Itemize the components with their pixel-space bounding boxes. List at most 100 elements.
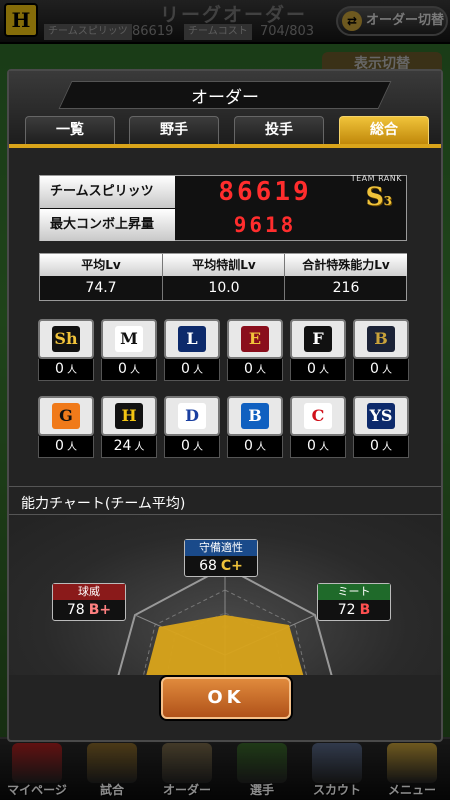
count-unit: 人 [318,442,329,453]
team-rank-number: 3 [383,194,392,208]
fighters-logo-mark: F [304,326,332,352]
tab-list[interactable]: 一覧 [25,116,115,144]
team-player-count: 0人 [164,436,220,458]
ok-button[interactable]: OK [161,677,291,719]
count-value: 0 [244,438,253,454]
count-unit: 人 [192,442,203,453]
meet-value-row: 72 B [318,600,390,620]
count-unit: 人 [134,442,145,453]
eagles-emblem-icon: E [227,319,283,359]
team-player-count: 0人 [38,359,94,381]
swallows-logo-mark: YS [367,403,395,429]
power-value: 78 [66,602,85,618]
count-unit: 人 [66,365,77,376]
team-filter-baystars[interactable]: B 0人 [227,396,283,458]
count-unit: 人 [66,442,77,453]
tigers-logo-mark: H [115,403,143,429]
eagles-logo-mark: E [241,326,269,352]
count-value: 0 [307,361,316,377]
team-filter-fighters[interactable]: F 0人 [290,319,346,381]
order-modal: オーダー 一覧 野手 投手 総合 チームスピリッツ 86619 TEAM RAN… [7,69,443,742]
avg-level-label: 平均Lv [40,254,162,276]
team-filter-softbank[interactable]: Sh 0 人 [38,319,94,381]
avg-training-cell: 平均特訓Lv 10.0 [163,254,285,300]
team-player-count: 0人 [38,436,94,458]
lions-logo-mark: L [178,326,206,352]
team-filter-swallows[interactable]: YS 0 人 [353,396,409,458]
special-ability-value: 216 [332,280,360,296]
dragons-logo-mark: D [178,403,206,429]
power-value-row: 78 B+ [53,600,125,620]
baystars-emblem-icon: B [227,396,283,436]
radar-value-area [141,615,309,695]
team-filter-lions[interactable]: L 0人 [164,319,220,381]
team-filter-marines[interactable]: M 0人 [101,319,157,381]
count-value: 0 [307,438,316,454]
tab-fielders[interactable]: 野手 [129,116,219,144]
power-badge: 球威 78 B+ [52,583,126,621]
team-player-count: 0人 [353,436,409,458]
modal-title: オーダー [191,88,259,108]
carp-logo-mark: C [304,403,332,429]
team-player-count: 0人 [290,436,346,458]
team-filter-giants[interactable]: G 0人 [38,396,94,458]
count-unit: 人 [318,365,329,376]
buffaloes-logo-mark: B [367,326,395,352]
team-filter-carp[interactable]: C 0人 [290,396,346,458]
swallows-emblem-icon: YS [353,396,409,436]
defense-badge: 守備適性 68 C+ [184,539,258,577]
avg-level-value: 74.7 [85,280,117,296]
count-value: 0 [244,361,253,377]
count-value: 0 [370,361,379,377]
modal-header: オーダー 一覧 野手 投手 総合 [9,71,441,147]
combo-value: 9618 [233,213,297,237]
count-value: 0 [118,361,127,377]
tab-pitchers[interactable]: 投手 [234,116,324,144]
team-player-count: 24 人 [101,436,157,458]
team-filter-dragons[interactable]: D 0人 [164,396,220,458]
tab-overall[interactable]: 総合 [339,116,429,144]
team-player-count: 0人 [227,436,283,458]
team-spirit-row-label: チームスピリッツ [40,176,175,208]
team-filter-buffaloes[interactable]: B 0人 [353,319,409,381]
meet-grade: B [359,602,371,618]
count-unit: 人 [255,365,266,376]
marines-logo-mark: M [115,326,143,352]
team-spirit-row-value: 86619 [218,177,312,207]
count-unit: 人 [255,442,266,453]
averages-table: 平均Lv 74.7 平均特訓Lv 10.0 合計特殊能力Lv 216 [39,253,407,301]
lions-emblem-icon: L [164,319,220,359]
special-ability-cell: 合計特殊能力Lv 216 [285,254,407,300]
team-player-count: 0人 [164,359,220,381]
team-rank-badge: S3 [366,182,392,211]
buffaloes-emblem-icon: B [353,319,409,359]
avg-level-cell: 平均Lv 74.7 [40,254,162,300]
defense-value-row: 68 C+ [185,556,257,576]
team-filter-tigers[interactable]: H 24 人 [101,396,157,458]
count-value: 0 [181,361,190,377]
team-filter-eagles[interactable]: E 0人 [227,319,283,381]
tab-underline [9,144,441,148]
avg-training-label: 平均特訓Lv [163,254,285,276]
team-player-count: 0人 [101,359,157,381]
team-rank-letter: S [365,182,384,211]
count-unit: 人 [381,365,392,376]
team-player-count: 0人 [227,359,283,381]
count-value: 0 [370,438,379,454]
combo-label: 最大コンボ上昇量 [40,209,175,241]
baystars-logo-mark: B [241,403,269,429]
defense-grade: C+ [220,558,243,574]
count-unit: 人 [192,365,203,376]
avg-training-value: 10.0 [208,280,240,296]
count-value: 0 [181,438,190,454]
defense-value: 68 [199,558,217,574]
meet-badge: ミート 72 B [317,583,391,621]
meet-value: 72 [337,602,356,618]
power-label: 球威 [53,584,125,600]
carp-emblem-icon: C [290,396,346,436]
meet-label: ミート [318,584,390,600]
team-spirit-row: チームスピリッツ 86619 TEAM RANK S3 [40,174,406,211]
power-grade: B+ [88,602,112,618]
softbank-emblem-icon: Sh [38,319,94,359]
team-spirit-panel: チームスピリッツ 86619 TEAM RANK S3 最大コンボ上昇量 961… [39,174,407,241]
